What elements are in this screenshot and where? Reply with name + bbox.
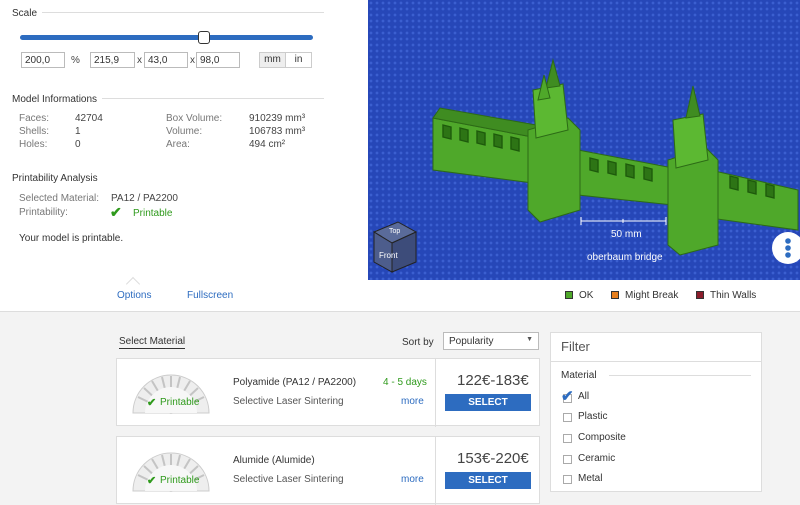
selected-material-value: PA12 / PA2200	[111, 193, 178, 204]
legend-thin-walls-label: Thin Walls	[710, 290, 757, 301]
volume-value: 106783 mm³	[249, 126, 306, 137]
holes-label: Holes:	[19, 139, 48, 150]
viewer-tabbar: Options Fullscreen OK Might Break Thin W…	[0, 276, 800, 312]
model-viewer[interactable]: 50 mm oberbaum bridge Top Front	[368, 0, 800, 280]
printability-label: Printability:	[19, 207, 68, 218]
unit-toggle: mm in	[259, 52, 312, 68]
scale-bar-label: 50 mm	[611, 229, 642, 240]
sort-by-label: Sort by	[402, 337, 434, 348]
cube-top-label[interactable]: Top	[389, 228, 400, 235]
legend-might-break-label: Might Break	[625, 290, 679, 301]
box-volume-value: 910239 mm³	[249, 113, 306, 124]
shells-label: Shells:	[19, 126, 50, 137]
price-range: 122€-183€	[457, 372, 529, 389]
legend-thin-walls-swatch	[696, 291, 704, 299]
filter-group-title: Material	[561, 370, 597, 381]
sort-by-value: Popularity	[449, 336, 494, 347]
sort-by-select[interactable]: Popularity ▼	[443, 332, 539, 350]
divider	[102, 98, 324, 99]
unit-in-button[interactable]: in	[286, 53, 311, 67]
chevron-down-icon: ▼	[526, 336, 533, 343]
scale-percent-input[interactable]	[21, 52, 65, 68]
printable-gauge-icon	[132, 452, 210, 492]
area-label: Area:	[166, 139, 190, 150]
divider	[551, 361, 761, 362]
faces-value: 42704	[75, 113, 103, 124]
times-sign: x	[137, 55, 142, 66]
tab-options[interactable]: Options	[117, 290, 151, 301]
area-value: 494 cm²	[249, 139, 286, 150]
divider	[609, 375, 751, 376]
legend-ok-swatch	[565, 291, 573, 299]
legend-ok-label: OK	[579, 290, 594, 301]
scale-title: Scale	[12, 8, 38, 19]
filter-option-label: All	[578, 391, 590, 402]
vertical-dots-icon	[785, 238, 791, 258]
tab-fullscreen[interactable]: Fullscreen	[187, 290, 233, 301]
divider	[435, 359, 436, 427]
volume-label: Volume:	[166, 126, 203, 137]
divider	[435, 437, 436, 505]
material-name: Alumide (Alumide)	[233, 455, 315, 466]
filter-option-label: Plastic	[578, 411, 608, 422]
printability-title: Printability Analysis	[12, 173, 98, 184]
more-link[interactable]: more	[401, 396, 424, 407]
filter-option-label: Composite	[578, 432, 626, 443]
divider	[42, 12, 324, 13]
printable-gauge-icon	[132, 374, 210, 414]
check-icon: ✔	[147, 475, 157, 487]
unit-mm-button[interactable]: mm	[260, 53, 286, 67]
checkmark-icon: ✔	[561, 388, 574, 405]
filter-title: Filter	[561, 339, 590, 354]
select-button[interactable]: SELECT	[445, 394, 531, 411]
model-name-label: oberbaum bridge	[587, 252, 663, 263]
scale-slider-track[interactable]	[20, 35, 313, 40]
box-volume-label: Box Volume:	[166, 113, 223, 124]
material-card[interactable]: ✔ Printable Alumide (Alumide) Selective …	[116, 436, 540, 505]
filter-panel: Filter Material ✔ All Plastic Composite …	[550, 332, 762, 492]
dim-x-input[interactable]	[90, 52, 135, 68]
filter-checkbox-plastic[interactable]	[563, 413, 572, 422]
printability-status: Printable	[133, 208, 173, 219]
bridge-model	[372, 58, 799, 273]
printable-message: Your model is printable.	[19, 233, 124, 244]
model-info-title: Model Informations	[12, 94, 98, 105]
cube-front-label[interactable]: Front	[379, 251, 398, 260]
select-button[interactable]: SELECT	[445, 472, 531, 489]
legend-might-break-swatch	[611, 291, 619, 299]
check-icon: ✔	[110, 204, 122, 220]
check-icon: ✔	[147, 397, 157, 409]
active-tab-pointer	[125, 276, 141, 292]
scale-slider-thumb[interactable]	[198, 31, 210, 44]
times-sign: x	[190, 55, 195, 66]
filter-option-label: Metal	[578, 473, 603, 484]
dim-y-input[interactable]	[144, 52, 188, 68]
filter-checkbox-composite[interactable]	[563, 434, 572, 443]
faces-label: Faces:	[19, 113, 50, 124]
options-panel: Scale % x x mm in Model Informations Fac…	[0, 0, 368, 280]
selected-material-label: Selected Material:	[19, 193, 100, 204]
filter-option-label: Ceramic	[578, 453, 616, 464]
dim-z-input[interactable]	[196, 52, 240, 68]
holes-value: 0	[75, 139, 81, 150]
printable-badge: Printable	[160, 475, 200, 486]
material-card[interactable]: ✔ Printable Polyamide (PA12 / PA2200) Se…	[116, 358, 540, 427]
more-options-button[interactable]	[772, 232, 800, 264]
select-material-heading: Select Material	[119, 336, 186, 349]
printable-badge: Printable	[160, 397, 200, 408]
delivery-time: 4 - 5 days	[383, 377, 427, 388]
material-name: Polyamide (PA12 / PA2200)	[233, 377, 357, 388]
shells-value: 1	[75, 126, 81, 137]
percent-unit: %	[71, 55, 80, 66]
filter-checkbox-ceramic[interactable]	[563, 455, 572, 464]
material-process: Selective Laser Sintering	[233, 396, 344, 407]
price-range: 153€-220€	[457, 450, 529, 467]
